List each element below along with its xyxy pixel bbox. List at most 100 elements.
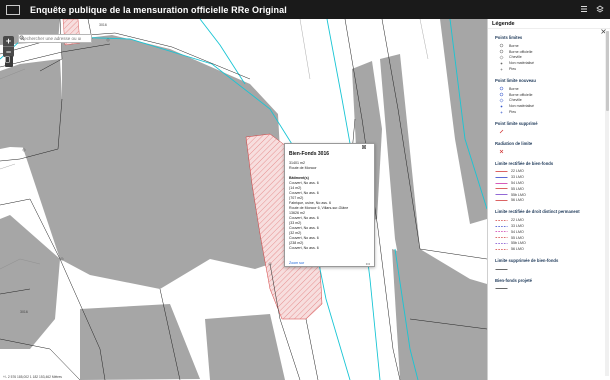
legend-symbol-icon: [497, 61, 506, 66]
legend-item-label: Borne officielle: [509, 92, 533, 97]
legend-symbol-icon: [497, 104, 506, 109]
legend-item-label: 55b LMO: [511, 241, 526, 246]
legend-symbol-icon: [495, 247, 508, 252]
legend-title: Légende: [492, 20, 515, 27]
legend-item: [495, 129, 605, 135]
legend-item-label: Borne: [509, 86, 519, 91]
legend-symbol-icon: [495, 286, 508, 291]
legend-list: Points limites Borne Borne officielle Chevi…: [488, 29, 605, 380]
legend-symbol-icon: [495, 229, 508, 234]
legend-section-title: Point limite supprimé: [495, 120, 538, 126]
basemap-toggle-button[interactable]: [5, 56, 13, 67]
map-canvas[interactable]: [0, 19, 487, 380]
phone-icon: [5, 56, 10, 63]
app-header: Enquête publique de la mensuration offic…: [0, 0, 610, 19]
app-title: Enquête publique de la mensuration offic…: [30, 4, 287, 15]
legend-item-label: Pieu: [509, 110, 517, 115]
legend-item-label: Non matérialisé: [509, 61, 534, 66]
legend-item-label: 22 LMO: [511, 218, 524, 223]
legend-item-label: 54 LMO: [511, 229, 524, 234]
legend-item-label: 55 LMO: [511, 186, 524, 191]
app-logo: [0, 0, 26, 19]
legend-item: 56 LMO: [495, 198, 605, 204]
legend-item: [495, 266, 605, 272]
legend-symbol-icon: [495, 181, 508, 186]
close-icon[interactable]: [362, 145, 372, 149]
legend-section-title: Bien-fonds projeté: [495, 277, 532, 283]
popup-title: Bien-Fonds 3016: [289, 151, 330, 157]
building-line: Couvert, No ass. 6: [289, 246, 319, 250]
legend-section-title: Point limite nouveau: [495, 77, 536, 83]
legend-item-label: Pieu: [509, 67, 517, 72]
popup-address: Route de Moncor: [289, 166, 317, 170]
map-view[interactable]: 3016 3016 + − Bien-Fonds 3016: [0, 19, 487, 380]
legend-item: Pieu: [495, 109, 605, 115]
legend-item-label: Cheville: [509, 98, 522, 103]
parcel-label: 3016: [20, 310, 28, 314]
legend-symbol-icon: [495, 175, 508, 180]
more-options-icon[interactable]: •••: [366, 261, 370, 266]
legend-item-label: 54 LMO: [511, 181, 524, 186]
zoom-control: + −: [3, 36, 14, 57]
building-list: Couvert, No ass. 6 (14 m2) Couvert, No ass…: [289, 181, 373, 251]
legend-panel: Légende Points limites Borne Borne officie…: [487, 19, 610, 380]
legend-item-label: 56 LMO: [511, 198, 524, 203]
search-input[interactable]: [19, 36, 81, 41]
zoom-to-link[interactable]: Zoom sur: [289, 261, 304, 265]
legend-symbol-icon: [497, 92, 506, 97]
legend-item-label: Borne: [509, 43, 519, 48]
zoom-in-button[interactable]: +: [3, 36, 14, 46]
legend-symbol-icon: [497, 129, 506, 134]
parcel-label: 3016: [99, 23, 107, 27]
legend-item-label: 55 LMO: [511, 235, 524, 240]
layers-icon[interactable]: [594, 3, 606, 15]
legend-item: 56 LMO: [495, 246, 605, 252]
coordinates-readout: +/- 2 576 185,002 1 182 153,462 Mètres: [2, 375, 63, 379]
legend-symbol-icon: [497, 43, 506, 48]
legend-item-label: 33 LMO: [511, 175, 524, 180]
legend-item-label: Non matérialisé: [509, 104, 534, 109]
legend-header: Légende: [488, 19, 610, 34]
legend-item-label: Borne officielle: [509, 49, 533, 54]
legend-symbol-icon: [497, 55, 506, 60]
popup-content: 31401 m2 Route de Moncor Bâtiment(s) Cou…: [289, 161, 373, 261]
legend-item-label: Cheville: [509, 55, 522, 60]
legend-symbol-icon: [497, 110, 506, 115]
legend-item-label: 55b LMO: [511, 192, 526, 197]
legend-section-title: Limite supprimée de bien-fonds: [495, 258, 559, 264]
legend-item-label: 56 LMO: [511, 247, 524, 252]
legend-symbol-icon: [495, 192, 508, 197]
header-icons: [578, 3, 606, 15]
legend-section-title: Limite rectifiée de droit distinct perma…: [495, 209, 580, 215]
legend-symbol-icon: [495, 169, 508, 174]
legend-item: Pieu: [495, 66, 605, 72]
close-icon[interactable]: [601, 21, 606, 34]
legend-item: [495, 286, 605, 292]
legend-symbol-icon: [495, 235, 508, 240]
legend-symbol-icon: [495, 267, 508, 272]
legend-section-title: Points limites: [495, 35, 523, 40]
legend-symbol-icon: [497, 98, 506, 103]
search-box[interactable]: [18, 34, 92, 43]
legend-symbol-icon: [495, 224, 508, 229]
legend-scrollbar[interactable]: [605, 31, 609, 376]
feature-popup: Bien-Fonds 3016 31401 m2 Route de Moncor…: [284, 143, 375, 267]
legend-item-label: 33 LMO: [511, 224, 524, 229]
legend-symbol-icon: [495, 241, 508, 246]
legend-section-title: Radiation de limite: [495, 140, 533, 146]
legend-symbol-icon: [495, 218, 508, 223]
list-icon[interactable]: [578, 3, 590, 15]
legend-symbol-icon: [495, 186, 508, 191]
legend-symbol-icon: [497, 86, 506, 91]
popup-header: Bien-Fonds 3016: [285, 144, 374, 157]
legend-section-title: Limite rectifiée de bien-fonds: [495, 160, 554, 166]
search-icon[interactable]: [19, 34, 91, 43]
legend-symbol-icon: [497, 49, 506, 54]
app-window: Enquête publique de la mensuration offic…: [0, 0, 610, 380]
popup-controls: [362, 145, 372, 149]
scrollbar-thumb[interactable]: [605, 31, 609, 111]
legend-item-label: 22 LMO: [511, 169, 524, 174]
legend-symbol-icon: [497, 149, 506, 154]
legend-symbol-icon: [497, 67, 506, 72]
legend-item: [495, 149, 605, 155]
